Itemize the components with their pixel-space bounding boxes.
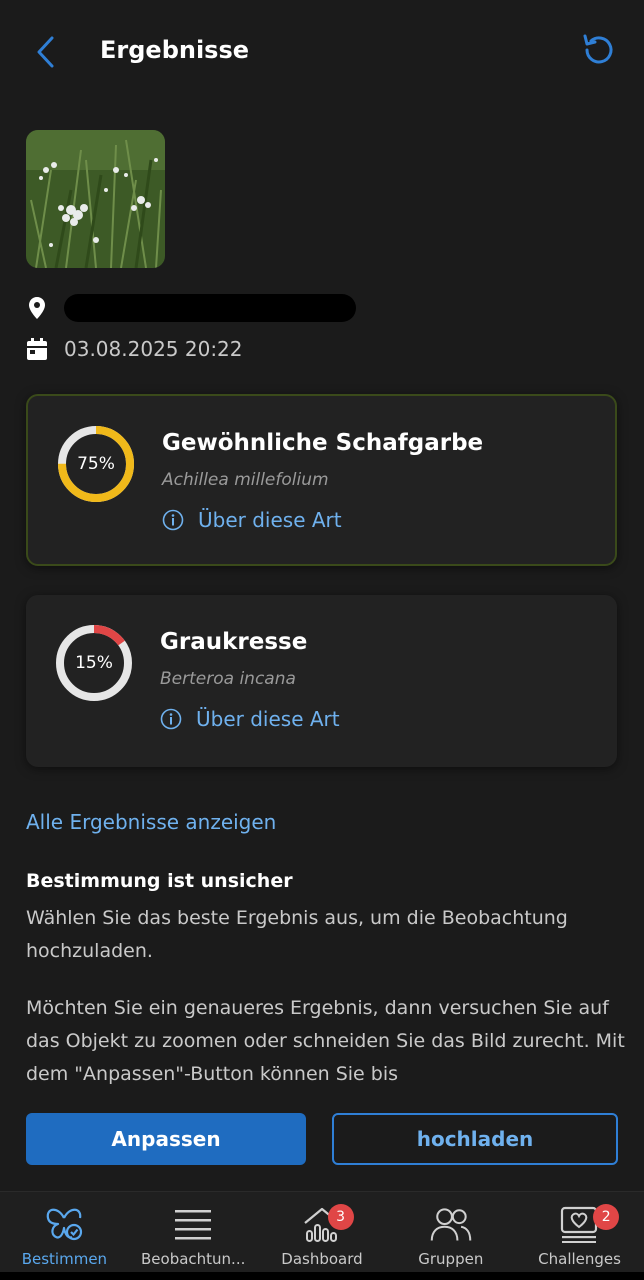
- about-species-link[interactable]: Über diese Art: [162, 508, 342, 532]
- result-card[interactable]: 15% Graukresse Berteroa incana Über dies…: [26, 595, 617, 767]
- redacted-location: [64, 294, 356, 322]
- notification-badge: 2: [593, 1204, 620, 1230]
- nav-item-gruppen[interactable]: Gruppen: [386, 1192, 515, 1280]
- butterfly-check-icon: [42, 1204, 86, 1244]
- info-icon: [160, 708, 182, 730]
- list-icon: [171, 1204, 215, 1244]
- nav-label: Dashboard: [281, 1250, 363, 1268]
- date-row: 03.08.2025 20:22: [26, 336, 243, 362]
- location-row: [26, 294, 356, 322]
- calendar-icon: [26, 336, 48, 362]
- page-title: Ergebnisse: [100, 36, 250, 64]
- confidence-label: 15%: [75, 653, 113, 673]
- result-card[interactable]: 75% Gewöhnliche Schafgarbe Achillea mill…: [26, 394, 617, 566]
- tip-text: Möchten Sie ein genaueres Ergebnis, dann…: [26, 997, 625, 1085]
- nav-label: Gruppen: [418, 1250, 484, 1268]
- system-bar: [0, 1272, 644, 1280]
- photo-image: [26, 130, 165, 268]
- location-pin-icon: [26, 295, 48, 321]
- species-name: Graukresse: [160, 629, 308, 655]
- people-icon: [429, 1204, 473, 1244]
- nav-label: Beobachtun...: [141, 1250, 246, 1268]
- confidence-label: 75%: [77, 454, 115, 474]
- nav-label: Bestimmen: [21, 1250, 108, 1268]
- observation-date: 03.08.2025 20:22: [64, 337, 243, 361]
- about-species-label: Über diese Art: [196, 707, 340, 731]
- species-latin-name: Berteroa incana: [160, 669, 296, 689]
- species-latin-name: Achillea millefolium: [162, 470, 329, 490]
- about-species-link[interactable]: Über diese Art: [160, 707, 340, 731]
- info-icon: [162, 509, 184, 531]
- observation-photo[interactable]: [26, 130, 165, 268]
- nav-label: Challenges: [538, 1250, 621, 1268]
- confidence-ring: 75%: [56, 424, 136, 504]
- bottom-navigation: Bestimmen Beobachtun... 3 Dashboard Grup…: [0, 1191, 644, 1280]
- upload-button[interactable]: hochladen: [332, 1113, 618, 1165]
- app-header: Ergebnisse: [0, 0, 644, 104]
- nav-item-bestimmen[interactable]: Bestimmen: [0, 1192, 129, 1280]
- species-name: Gewöhnliche Schafgarbe: [162, 430, 484, 456]
- about-species-label: Über diese Art: [198, 508, 342, 532]
- chevron-left-icon: [37, 36, 54, 68]
- all-results-link[interactable]: Alle Ergebnisse anzeigen: [26, 810, 276, 834]
- nav-item-beobachtungen[interactable]: Beobachtun...: [129, 1192, 258, 1280]
- action-bar: Anpassen hochladen: [0, 1087, 644, 1191]
- back-button[interactable]: [26, 30, 66, 74]
- uncertain-description: Wählen Sie das beste Ergebnis aus, um di…: [26, 907, 568, 962]
- nav-item-dashboard[interactable]: 3 Dashboard: [258, 1192, 387, 1280]
- uncertain-title: Bestimmung ist unsicher: [26, 870, 293, 892]
- adjust-button[interactable]: Anpassen: [26, 1113, 306, 1165]
- confidence-ring: 15%: [54, 623, 134, 703]
- reset-button[interactable]: [576, 28, 620, 72]
- notification-badge: 3: [327, 1204, 354, 1230]
- reset-icon: [583, 34, 613, 64]
- nav-item-challenges[interactable]: 2 Challenges: [515, 1192, 644, 1280]
